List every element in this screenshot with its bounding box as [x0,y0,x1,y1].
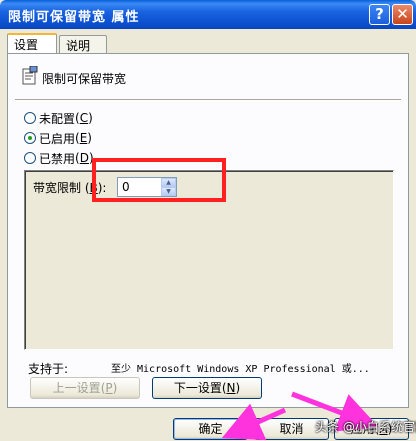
ok-button[interactable]: 确定 [173,418,248,440]
radio-label: 已启用 [39,131,76,146]
radio-enabled[interactable]: 已启用 (E) [24,130,92,146]
help-button[interactable]: ? [369,4,390,25]
radio-button[interactable] [24,152,36,164]
radio-button[interactable] [24,112,36,124]
support-label: 支持于: [28,362,69,376]
support-value: 至少 Microsoft Windows XP Professional 或..… [111,364,370,375]
policy-document-icon [22,66,38,85]
prev-setting-button[interactable]: 上一设置(P) [30,377,140,399]
separator [15,99,401,101]
close-button[interactable]: ✕ [392,4,413,25]
radio-not-configured[interactable]: 未配置 (C) [24,110,93,126]
window-title: 限制可保留带宽 属性 [8,10,140,25]
radio-accel: E [79,131,88,145]
tab-settings[interactable]: 设置 [7,33,57,53]
watermark: 头条 @小白系统官网 [315,420,416,434]
title-bar: 限制可保留带宽 属性 ? ✕ [0,0,416,29]
policy-name: 限制可保留带宽 [42,72,127,86]
radio-label: 已禁用 [39,151,76,166]
red-highlight-box [92,158,226,202]
radio-accel: D [79,151,89,165]
radio-disabled[interactable]: 已禁用 (D) [24,150,94,166]
radio-accel: C [79,111,89,125]
radio-button[interactable] [24,132,36,144]
settings-panel: 限制可保留带宽 未配置 (C) 已启用 (E) 已禁用 (D) 带宽限制 (B)… [7,53,409,408]
radio-label: 未配置 [39,111,76,126]
next-setting-button[interactable]: 下一设置(N) [152,377,262,399]
tab-explain[interactable]: 说明 [59,35,107,53]
